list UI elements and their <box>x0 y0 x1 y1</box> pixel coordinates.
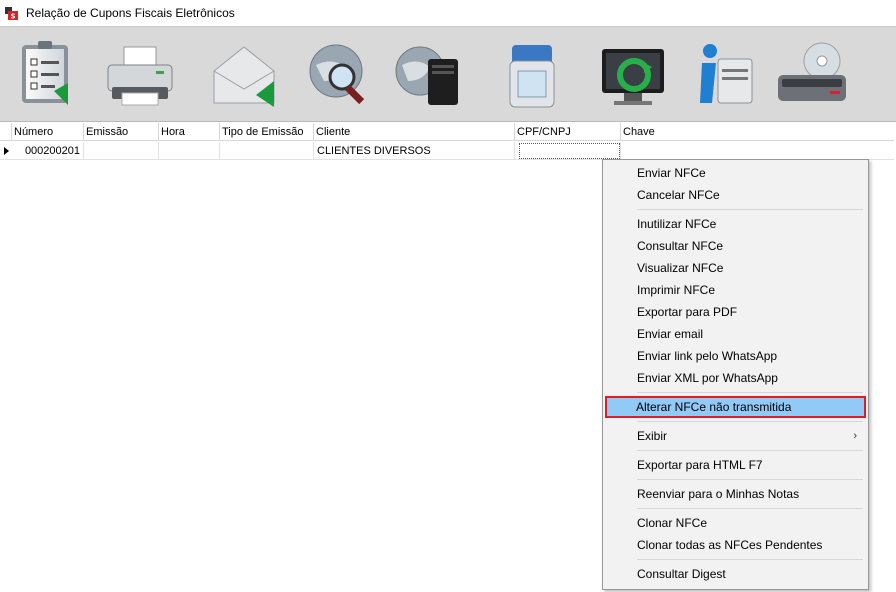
context-menu: Enviar NFCe Cancelar NFCe Inutilizar NFC… <box>602 159 869 590</box>
column-numero[interactable]: Número <box>12 123 84 141</box>
menu-separator <box>637 508 863 509</box>
globe-server-icon <box>395 46 458 105</box>
info-button[interactable] <box>686 35 766 115</box>
disc-drive-button[interactable] <box>772 35 852 115</box>
cell-emissao[interactable] <box>84 142 159 160</box>
menu-item-visualizar-nfce[interactable]: Visualizar NFCe <box>606 257 865 279</box>
window-title: Relação de Cupons Fiscais Eletrônicos <box>26 6 235 20</box>
menu-item-consultar-nfce[interactable]: Consultar NFCe <box>606 235 865 257</box>
menu-item-clonar-todas-pendentes[interactable]: Clonar todas as NFCes Pendentes <box>606 534 865 556</box>
menu-item-imprimir-nfce[interactable]: Imprimir NFCe <box>606 279 865 301</box>
column-hora[interactable]: Hora <box>159 123 220 141</box>
globe-search-icon <box>309 44 365 105</box>
print-button[interactable] <box>100 35 180 115</box>
menu-separator <box>637 421 863 422</box>
cell-cliente[interactable]: CLIENTES DIVERSOS <box>314 142 515 160</box>
column-cliente[interactable]: Cliente <box>314 123 515 141</box>
title-bar: S Relação de Cupons Fiscais Eletrônicos <box>0 0 896 26</box>
menu-item-enviar-link-whatsapp[interactable]: Enviar link pelo WhatsApp <box>606 345 865 367</box>
checklist-icon <box>22 41 68 105</box>
column-tipo-emissao[interactable]: Tipo de Emissão <box>220 123 314 141</box>
cell-cpf-cnpj[interactable] <box>518 142 621 160</box>
printer-icon <box>107 46 173 106</box>
menu-separator <box>637 559 863 560</box>
column-chave[interactable]: Chave <box>621 123 894 141</box>
column-cpf-cnpj[interactable]: CPF/CNPJ <box>515 123 621 141</box>
menu-item-exibir[interactable]: Exibir › <box>606 425 865 447</box>
menu-separator <box>637 209 863 210</box>
email-button[interactable] <box>204 35 284 115</box>
globe-search-button[interactable] <box>300 35 380 115</box>
svg-text:S: S <box>11 13 16 21</box>
menu-item-cancelar-nfce[interactable]: Cancelar NFCe <box>606 184 865 206</box>
globe-server-button[interactable] <box>388 35 468 115</box>
menu-item-exportar-html[interactable]: Exportar para HTML F7 <box>606 454 865 476</box>
menu-item-reenviar-minhas-notas[interactable]: Reenviar para o Minhas Notas <box>606 483 865 505</box>
checklist-button[interactable] <box>8 35 88 115</box>
menu-item-clonar-nfce[interactable]: Clonar NFCe <box>606 512 865 534</box>
menu-item-consultar-digest[interactable]: Consultar Digest <box>606 563 865 585</box>
submenu-arrow-icon: › <box>853 430 857 442</box>
filter-button[interactable] <box>492 35 572 115</box>
row-indicator-icon <box>0 142 12 160</box>
menu-separator <box>637 450 863 451</box>
cell-chave[interactable] <box>621 142 894 160</box>
monitor-refresh-icon <box>602 49 664 105</box>
refresh-button[interactable] <box>594 35 674 115</box>
menu-item-enviar-xml-whatsapp[interactable]: Enviar XML por WhatsApp <box>606 367 865 389</box>
menu-item-exportar-pdf[interactable]: Exportar para PDF <box>606 301 865 323</box>
cell-tipo-emissao[interactable] <box>220 142 314 160</box>
cell-hora[interactable] <box>159 142 220 160</box>
toolbar <box>0 26 896 122</box>
cell-numero[interactable]: 000200201 <box>12 142 84 160</box>
menu-item-enviar-email[interactable]: Enviar email <box>606 323 865 345</box>
menu-item-enviar-nfce[interactable]: Enviar NFCe <box>606 162 865 184</box>
column-emissao[interactable]: Emissão <box>84 123 159 141</box>
disc-drive-icon <box>778 42 846 101</box>
grid-header: Número Emissão Hora Tipo de Emissão Clie… <box>0 123 894 141</box>
app-logo-icon: S <box>4 5 20 21</box>
water-filter-icon <box>509 45 555 108</box>
menu-item-inutilizar-nfce[interactable]: Inutilizar NFCe <box>606 213 865 235</box>
menu-separator <box>637 479 863 480</box>
info-clipboard-icon <box>700 44 753 104</box>
menu-separator <box>637 392 863 393</box>
indicator-header <box>0 123 12 141</box>
menu-item-alterar-nfce[interactable]: Alterar NFCe não transmitida <box>605 396 866 418</box>
envelope-icon <box>213 46 275 107</box>
menu-item-exibir-label: Exibir <box>637 429 668 443</box>
table-row[interactable]: 000200201 CLIENTES DIVERSOS <box>0 142 894 160</box>
